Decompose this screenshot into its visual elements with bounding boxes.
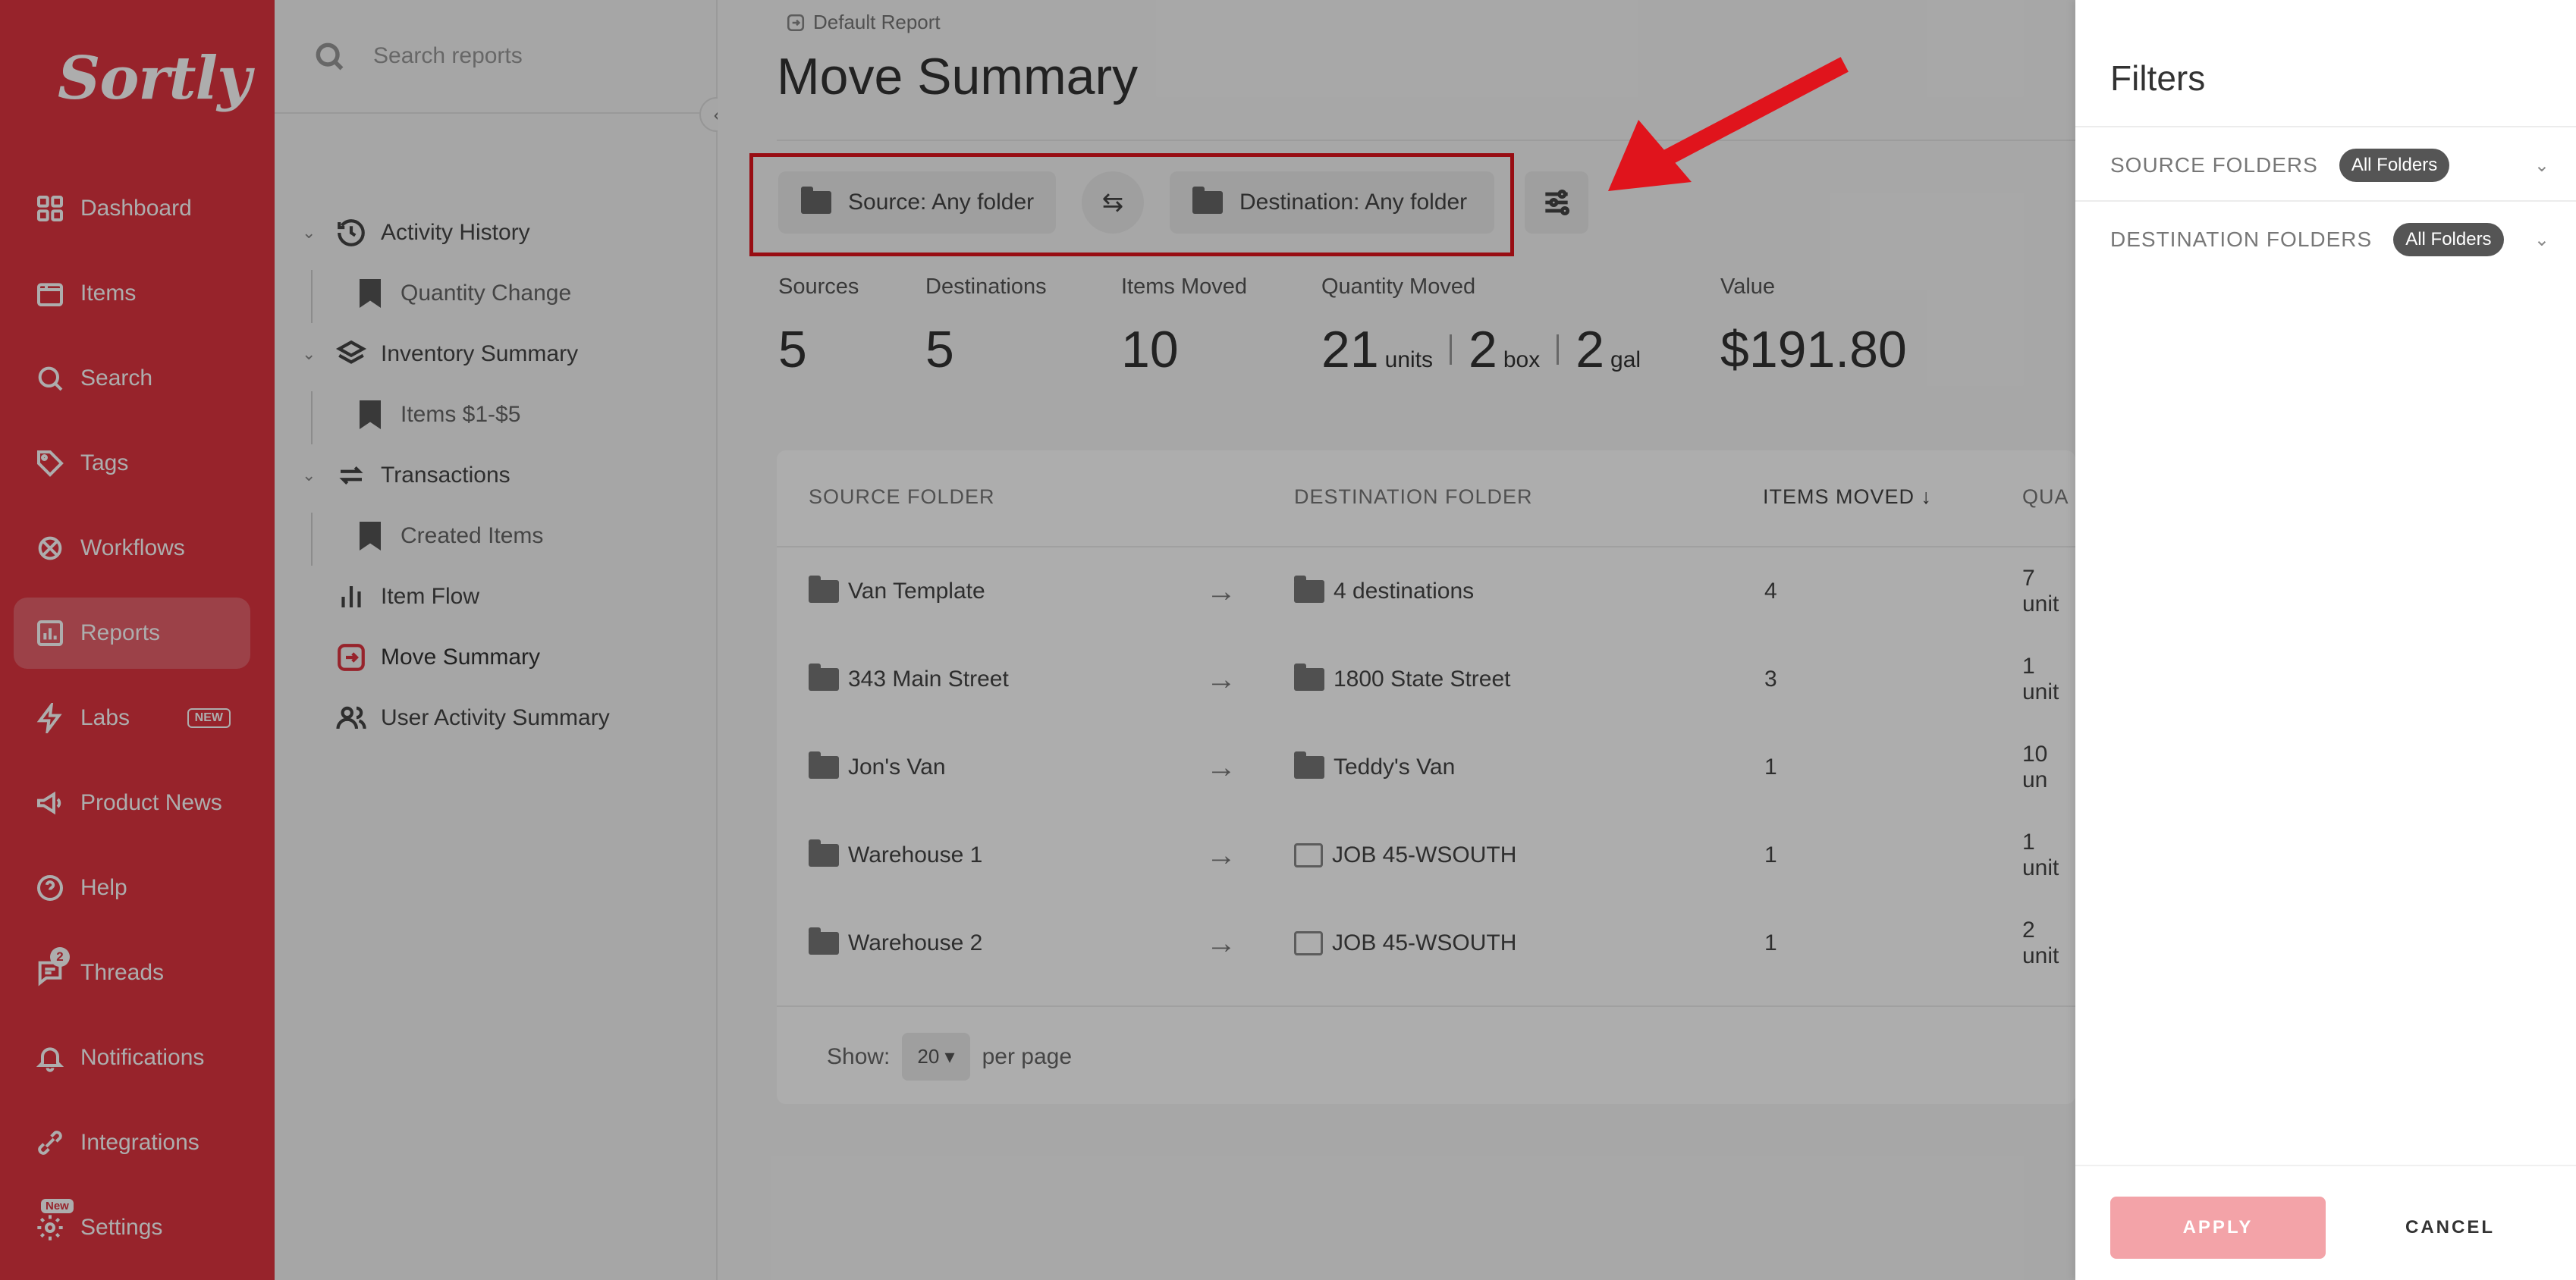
filter-label: SOURCE FOLDERS — [2110, 153, 2318, 177]
all-folders-chip: All Folders — [2393, 223, 2504, 256]
filters-drawer — [2075, 0, 2576, 1280]
source-folders-filter[interactable]: SOURCE FOLDERS All Folders ⌄ — [2110, 149, 2550, 182]
drawer-divider — [2075, 200, 2576, 202]
filter-label: DESTINATION FOLDERS — [2110, 227, 2373, 251]
drawer-divider — [2075, 126, 2576, 127]
destination-folders-filter[interactable]: DESTINATION FOLDERS All Folders ⌄ — [2110, 223, 2550, 256]
drawer-footer-divider — [2075, 1165, 2576, 1166]
app: Sortly Dashboard Items Search Tags Workf… — [0, 0, 2576, 1280]
chevron-down-icon: ⌄ — [2534, 155, 2550, 176]
annotation-arrow-icon — [1608, 57, 1849, 191]
cancel-button[interactable]: CANCEL — [2374, 1197, 2526, 1259]
chevron-down-icon: ⌄ — [2534, 229, 2550, 250]
all-folders-chip: All Folders — [2339, 149, 2450, 182]
apply-button[interactable]: APPLY — [2110, 1197, 2326, 1259]
drawer-title: Filters — [2110, 58, 2206, 98]
